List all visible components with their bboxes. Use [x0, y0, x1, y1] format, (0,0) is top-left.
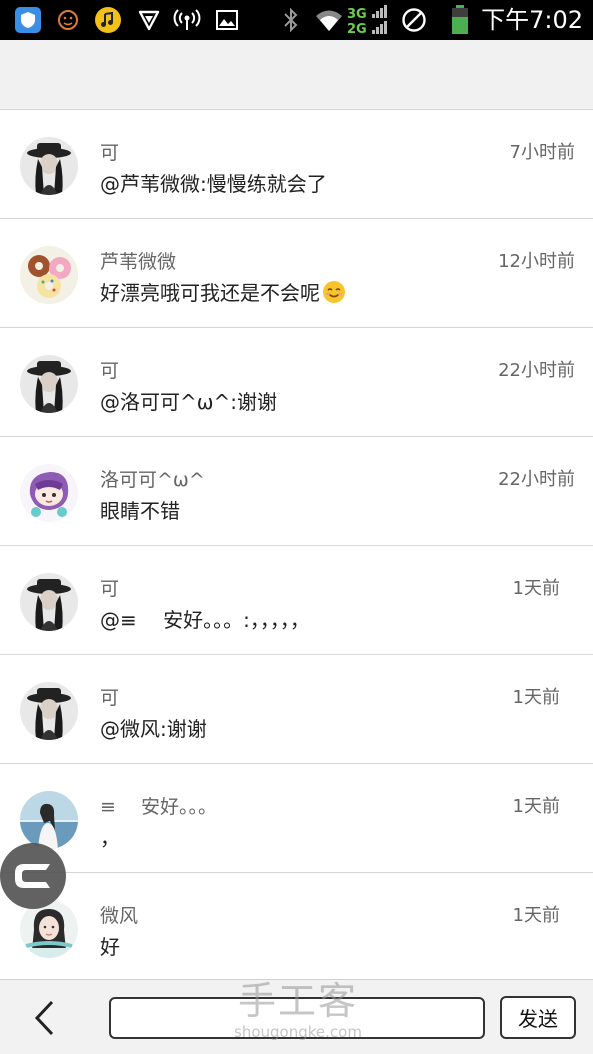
bw-hat-avatar[interactable] — [20, 573, 78, 631]
sea-girl-avatar[interactable] — [20, 791, 78, 849]
comment-author[interactable]: 可 — [100, 574, 119, 601]
comment-time: 22小时前 — [498, 360, 575, 381]
chevron-left-icon — [34, 1000, 54, 1036]
cartoon-purple-avatar[interactable] — [20, 464, 78, 522]
comment-item[interactable]: ≡ 安好。。。 ， 1天前 — [0, 764, 593, 873]
smile-emoji-icon — [323, 281, 345, 303]
comment-author[interactable]: 可 — [100, 356, 119, 383]
donut-avatar[interactable] — [20, 246, 78, 304]
hotspot-icon — [173, 6, 201, 34]
comment-time: 1天前 — [512, 796, 560, 817]
comment-author[interactable]: 可 — [100, 138, 119, 165]
comment-list[interactable]: 可 @芦苇微微:慢慢练就会了 7小时前 芦苇微微 好漂亮哦可我还是不会呢 12小… — [0, 110, 593, 982]
comment-time: 1天前 — [512, 578, 560, 599]
no-sim-icon — [400, 6, 428, 34]
signal-icon: 3G 2G — [346, 4, 390, 36]
wifi-icon — [314, 6, 344, 34]
bw-hat-avatar[interactable] — [20, 355, 78, 413]
comment-input-bar: 发送 — [0, 979, 593, 1054]
comment-text: 眼睛不错 — [100, 499, 180, 523]
vpn-icon — [136, 6, 162, 34]
emoji-app-icon — [56, 6, 80, 34]
comment-item[interactable]: 微风 好 1天前 — [0, 873, 593, 982]
comment-item[interactable]: 芦苇微微 好漂亮哦可我还是不会呢 12小时前 — [0, 219, 593, 328]
comment-input[interactable] — [109, 997, 485, 1039]
comment-time: 1天前 — [512, 905, 560, 926]
comment-time: 1天前 — [512, 687, 560, 708]
image-icon — [214, 6, 240, 34]
comment-time: 7小时前 — [509, 142, 575, 163]
comment-text: ， — [100, 826, 120, 850]
comment-item[interactable]: 可 @洛可可^ω^:谢谢 22小时前 — [0, 328, 593, 437]
comment-item[interactable]: 可 @≡ 安好。。。:，，，，， 1天前 — [0, 546, 593, 655]
comment-time: 22小时前 — [498, 469, 575, 490]
battery-icon — [450, 4, 470, 36]
comment-item[interactable]: 洛可可^ω^ 眼睛不错 22小时前 — [0, 437, 593, 546]
back-button[interactable] — [24, 998, 64, 1038]
status-bar: 3G 2G 下午7:02 — [0, 0, 593, 40]
comment-text: @微风:谢谢 — [100, 717, 207, 741]
c-logo-icon — [15, 864, 50, 888]
bluetooth-icon — [280, 6, 302, 34]
comment-text: @芦苇微微:慢慢练就会了 — [100, 172, 327, 196]
comment-text-content: 好漂亮哦可我还是不会呢 — [100, 281, 320, 305]
comment-author[interactable]: 可 — [100, 683, 119, 710]
comment-author[interactable]: ≡ 安好。。。 — [100, 792, 217, 819]
svg-text:2G: 2G — [347, 22, 367, 36]
floating-assistant-button[interactable] — [0, 843, 66, 909]
svg-text:3G: 3G — [347, 7, 367, 22]
send-button[interactable]: 发送 — [500, 996, 576, 1039]
comment-item[interactable]: 可 @微风:谢谢 1天前 — [0, 655, 593, 764]
comment-text: 好 — [100, 935, 120, 959]
bw-hat-avatar[interactable] — [20, 137, 78, 195]
comment-author[interactable]: 微风 — [100, 901, 138, 928]
comment-text: @洛可可^ω^:谢谢 — [100, 390, 278, 414]
comment-author[interactable]: 洛可可^ω^ — [100, 465, 205, 492]
comment-time: 12小时前 — [498, 251, 575, 272]
music-app-icon — [94, 6, 122, 34]
comment-text: @≡ 安好。。。:，，，，， — [100, 608, 310, 632]
comment-item[interactable]: 可 @芦苇微微:慢慢练就会了 7小时前 — [0, 110, 593, 219]
header-bar — [0, 40, 593, 110]
bw-hat-avatar[interactable] — [20, 682, 78, 740]
comment-text: 好漂亮哦可我还是不会呢 — [100, 277, 346, 306]
comment-author[interactable]: 芦苇微微 — [100, 247, 176, 274]
clock: 下午7:02 — [481, 6, 583, 34]
shield-app-icon — [14, 6, 42, 34]
